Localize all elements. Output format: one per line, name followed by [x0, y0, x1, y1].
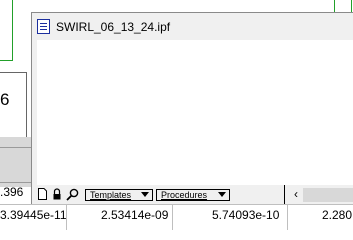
graph-trace-segment: [0, 60, 13, 61]
table-grid-line: [0, 147, 32, 148]
chevron-down-icon: [141, 192, 149, 197]
window-title: SWIRL_06_13_24.ipf: [56, 20, 171, 34]
background-table-strip: [0, 137, 32, 187]
lock-icon[interactable]: [53, 188, 61, 200]
graph-trace-right-2: [351, 0, 352, 12]
horizontal-scrollbar[interactable]: [303, 188, 353, 202]
templates-label: Templates: [90, 190, 132, 200]
table-cell[interactable]: 3.39445e-11: [0, 208, 67, 222]
table-cell[interactable]: 2.280: [322, 208, 352, 222]
procedure-window: SWIRL_06_13_24.ipf Templates Procedures …: [31, 12, 353, 204]
table-column-divider: [287, 204, 288, 230]
procedures-label: Procedures: [161, 190, 208, 200]
chevron-down-icon: [218, 192, 226, 197]
procedures-popup-button[interactable]: Procedures: [156, 189, 230, 201]
graph-trace-right: [334, 0, 335, 12]
procedure-file-icon: [37, 19, 50, 34]
table-cell[interactable]: 5.74093e-10: [212, 208, 279, 222]
procedure-text-area[interactable]: [37, 40, 353, 186]
table-cell[interactable]: 2.53414e-09: [101, 208, 168, 222]
background-value-text: 6: [0, 90, 10, 109]
table-column-divider: [172, 204, 173, 230]
table-cell[interactable]: .396: [0, 185, 23, 199]
graph-trace: [12, 0, 13, 60]
toolbar-separator: [284, 185, 285, 204]
search-icon[interactable]: [66, 188, 79, 201]
window-title-bar[interactable]: SWIRL_06_13_24.ipf: [32, 13, 353, 40]
window-bottom-toolbar: Templates Procedures ‹: [32, 185, 353, 204]
scroll-left-arrow-icon[interactable]: ‹: [289, 185, 303, 204]
table-grid-line: [0, 182, 32, 183]
page-icon[interactable]: [38, 188, 47, 200]
templates-popup-button[interactable]: Templates: [85, 189, 153, 201]
